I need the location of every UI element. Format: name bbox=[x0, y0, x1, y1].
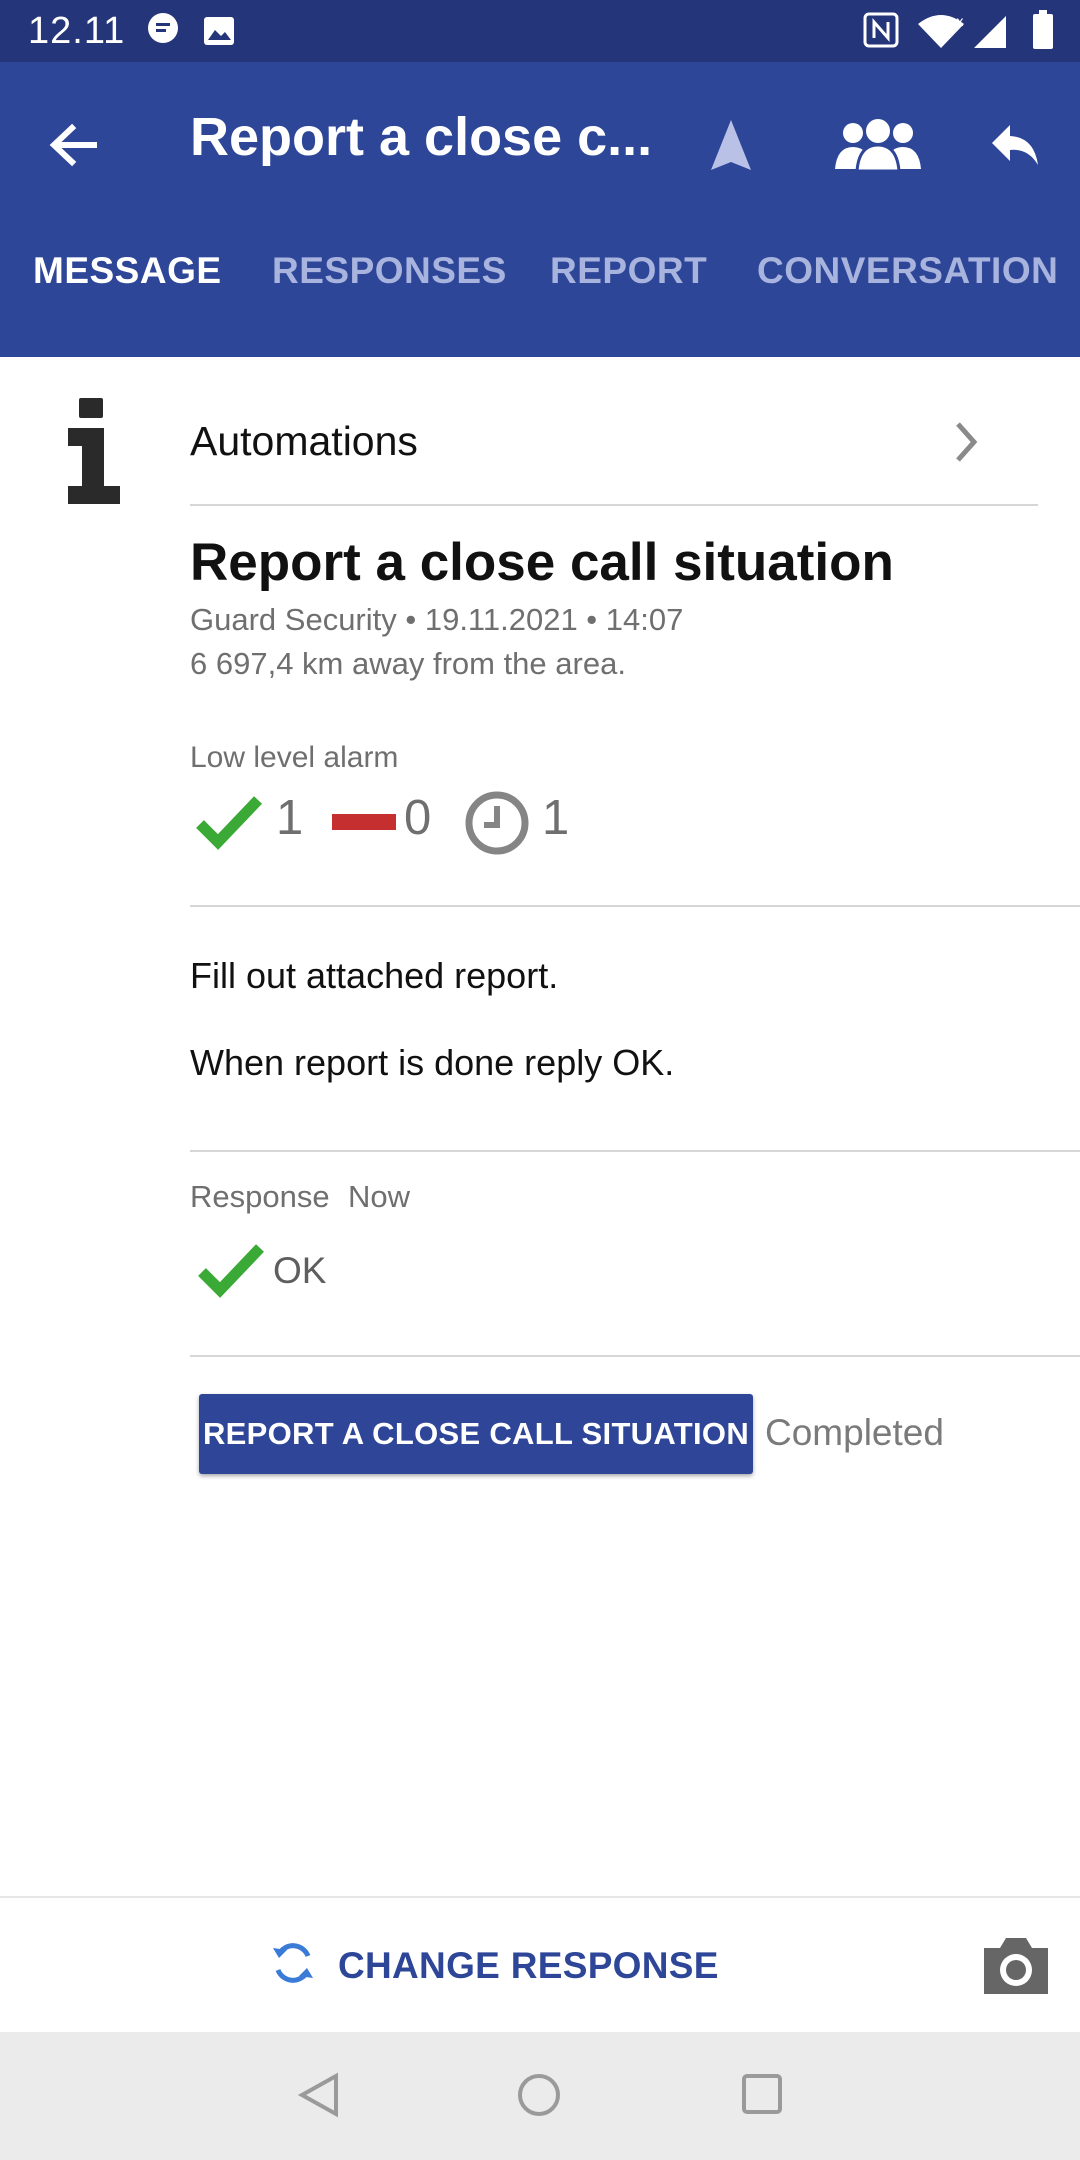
response-value: OK bbox=[273, 1250, 327, 1291]
message-sender-line: Guard Security • 19.11.2021 • 14:07 bbox=[190, 602, 684, 637]
report-status: Completed bbox=[765, 1412, 944, 1453]
chevron-right-icon bbox=[952, 420, 980, 469]
message-body-line2: When report is done reply OK. bbox=[190, 1042, 675, 1083]
wifi-icon: x bbox=[916, 14, 966, 55]
report-form-button[interactable]: REPORT A CLOSE CALL SITUATION bbox=[199, 1394, 753, 1474]
image-icon bbox=[203, 16, 235, 51]
change-response-button[interactable]: CHANGE RESPONSE bbox=[270, 1940, 719, 1991]
cell-signal-icon bbox=[972, 14, 1008, 55]
tab-responses[interactable]: RESPONSES bbox=[272, 250, 507, 292]
tab-report[interactable]: REPORT bbox=[550, 250, 707, 292]
camera-icon[interactable] bbox=[980, 1936, 1052, 2001]
declined-count: 0 bbox=[404, 791, 432, 845]
navigation-icon bbox=[709, 118, 753, 177]
message-distance: 6 697,4 km away from the area. bbox=[190, 646, 626, 681]
status-bar: 12.11 x bbox=[0, 0, 1080, 62]
pending-count: 1 bbox=[542, 791, 570, 845]
group-icon bbox=[835, 118, 921, 176]
nav-back-icon[interactable] bbox=[296, 2072, 340, 2123]
app-bar-title: Report a close c... bbox=[190, 107, 653, 167]
bottom-action-bar: CHANGE RESPONSE bbox=[0, 1896, 1080, 2034]
tab-bar: MESSAGE RESPONSES REPORT CONVERSATION bbox=[0, 250, 1080, 350]
reply-button[interactable] bbox=[970, 102, 1060, 192]
response-label: Response bbox=[190, 1179, 330, 1214]
back-button[interactable] bbox=[28, 102, 118, 192]
automations-label: Automations bbox=[190, 418, 418, 464]
accepted-count: 1 bbox=[276, 791, 304, 845]
tab-conversation[interactable]: CONVERSATION bbox=[757, 250, 1058, 292]
status-time: 12.11 bbox=[28, 10, 126, 52]
check-icon bbox=[196, 794, 264, 855]
message-title: Report a close call situation bbox=[190, 533, 894, 592]
automations-row[interactable]: Automations bbox=[190, 402, 1038, 506]
change-response-label: CHANGE RESPONSE bbox=[338, 1944, 719, 1986]
navigation-button[interactable] bbox=[686, 102, 776, 192]
chat-notification-icon bbox=[146, 12, 180, 53]
response-time: Now bbox=[348, 1179, 411, 1214]
alarm-level: Low level alarm bbox=[190, 741, 399, 774]
battery-icon bbox=[1032, 10, 1054, 55]
group-button[interactable] bbox=[833, 102, 923, 192]
check-icon bbox=[198, 1242, 266, 1303]
info-icon bbox=[66, 398, 122, 509]
decline-icon bbox=[332, 814, 396, 835]
back-arrow-icon bbox=[48, 123, 98, 172]
message-body-line1: Fill out attached report. bbox=[190, 955, 559, 996]
refresh-icon bbox=[270, 1940, 316, 1991]
nav-home-icon[interactable] bbox=[516, 2072, 562, 2123]
app-bar: Report a close c... MESSAGE RESPONSES RE… bbox=[0, 62, 1080, 357]
nfc-icon bbox=[863, 12, 899, 53]
divider bbox=[190, 905, 1080, 907]
divider bbox=[190, 1150, 1080, 1152]
nav-recents-icon[interactable] bbox=[740, 2072, 784, 2121]
clock-icon bbox=[464, 790, 530, 861]
svg-text:x: x bbox=[956, 15, 964, 30]
reply-icon bbox=[990, 123, 1040, 172]
system-nav-bar bbox=[0, 2032, 1080, 2160]
divider bbox=[190, 1355, 1080, 1357]
tab-message[interactable]: MESSAGE bbox=[33, 250, 222, 292]
